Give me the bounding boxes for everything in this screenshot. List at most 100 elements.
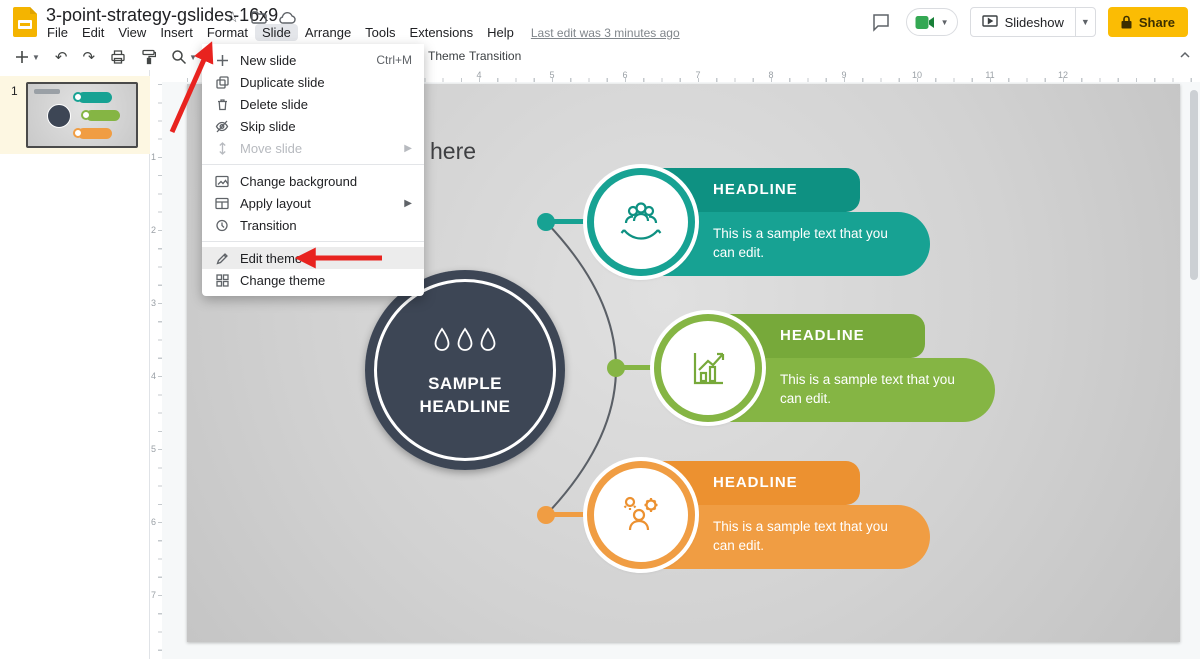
menu-slide[interactable]: Slide [255,24,298,41]
menu-bar: File Edit View Insert Format Slide Arran… [40,23,680,42]
thumb-teal-dot [73,92,83,102]
change-theme-icon [214,273,230,287]
ruler-number: 1 [151,152,157,162]
top-bar: 3-point-strategy-gslides-16x9 ☆ File Edi… [0,0,1200,44]
comments-button[interactable] [868,9,894,35]
ruler-number: 7 [695,70,701,80]
menu-item-delete-slide[interactable]: Delete slide [202,93,424,115]
slideshow-button[interactable]: Slideshow [971,8,1075,36]
green-icon-circle[interactable] [654,314,762,422]
transition-icon [214,219,230,232]
layout-icon [214,197,230,210]
background-icon [214,175,230,188]
ruler-ticks [158,84,162,659]
thumb-center-circle [47,104,71,128]
ruler-number: 6 [622,70,628,80]
people-hand-icon [620,202,662,240]
video-camera-icon [915,15,934,29]
meet-button[interactable]: ▼ [905,8,958,36]
edit-theme-icon [214,252,230,265]
menu-item-skip-slide[interactable]: Skip slide [202,115,424,137]
slideshow-dropdown-button[interactable]: ▼ [1074,8,1095,36]
ruler-number: 4 [476,70,482,80]
transition-button[interactable]: Transition [469,49,521,63]
toolbar: ▼ ↶ ↷ ▼ Theme Transition [0,44,1200,70]
growth-chart-icon [693,352,725,385]
menu-arrange[interactable]: Arrange [298,24,358,41]
slide-number-label: 1 [11,84,18,98]
shortcut-label: Ctrl+M [376,53,412,67]
move-vertical-icon [214,141,230,155]
teal-icon-circle[interactable] [587,168,695,276]
menu-item-duplicate-slide[interactable]: Duplicate slide [202,71,424,93]
google-slides-logo-icon[interactable] [13,7,37,37]
print-button[interactable] [110,49,126,65]
paint-format-button[interactable] [141,49,157,65]
ruler-number: 5 [549,70,555,80]
filmstrip-panel: 1 [0,70,150,659]
slideshow-icon [981,15,998,27]
last-edit-status[interactable]: Last edit was 3 minutes ago [531,26,680,40]
menu-item-change-theme[interactable]: Change theme [202,269,424,291]
hide-menus-button[interactable] [1178,48,1192,62]
thumb-green-pill [86,110,120,121]
filmstrip-row: 1 [0,76,150,154]
center-headline-circle[interactable] [365,270,565,470]
orange-icon-circle[interactable] [587,461,695,569]
thumb-orange-pill [78,128,112,139]
chevron-down-icon: ▼ [940,17,949,27]
menu-item-transition[interactable]: Transition [202,214,424,236]
slideshow-label: Slideshow [1004,14,1064,30]
ruler-number: 12 [1057,70,1068,80]
theme-button[interactable]: Theme [428,49,465,63]
menu-file[interactable]: File [40,24,75,41]
undo-button[interactable]: ↶ [55,48,68,66]
menu-help[interactable]: Help [480,24,521,41]
ruler-number: 3 [151,298,157,308]
menu-item-apply-layout[interactable]: Apply layout ▶ [202,192,424,214]
vertical-ruler[interactable]: 1 2 3 4 5 6 7 [150,82,162,659]
submenu-arrow-icon: ▶ [404,197,412,209]
ruler-number: 8 [768,70,774,80]
center-headline-text: SAMPLE HEADLINE [419,374,511,416]
menu-item-new-slide[interactable]: New slide Ctrl+M [202,49,424,71]
menu-insert[interactable]: Insert [153,24,200,41]
ruler-number: 9 [841,70,847,80]
ruler-number: 6 [151,517,157,527]
menu-format[interactable]: Format [200,24,255,41]
submenu-arrow-icon: ▶ [404,142,412,154]
ruler-number: 5 [151,444,157,454]
vertical-scrollbar[interactable] [1190,90,1198,280]
share-button[interactable]: Share [1107,7,1188,37]
menu-separator [202,164,424,165]
menu-item-change-background[interactable]: Change background [202,170,424,192]
plus-icon [214,54,230,67]
menu-item-move-slide[interactable]: Move slide ▶ [202,137,424,159]
slide-dropdown-menu: New slide Ctrl+M Duplicate slide Delete … [202,44,424,296]
menu-view[interactable]: View [111,24,153,41]
thumb-green-dot [81,110,91,120]
trash-icon [214,98,230,111]
thumb-orange-dot [73,128,83,138]
redo-button[interactable]: ↷ [83,48,96,66]
cloud-status-icon[interactable] [279,11,297,24]
ruler-number: 7 [151,590,157,600]
drops-icon [432,326,498,358]
thumb-title-block [34,89,60,94]
menu-edit[interactable]: Edit [75,24,111,41]
ruler-number: 4 [151,371,157,381]
thumb-teal-pill [78,92,112,103]
lock-icon [1121,15,1132,29]
new-slide-button[interactable]: ▼ [14,49,40,65]
menu-tools[interactable]: Tools [358,24,402,41]
slideshow-split-button: Slideshow ▼ [969,7,1096,37]
zoom-button[interactable]: ▼ [171,49,197,65]
slide-thumbnail[interactable] [26,82,138,148]
google-slides-window: 3-point-strategy-gslides-16x9 ☆ File Edi… [0,0,1200,659]
menu-separator [202,241,424,242]
idea-gears-person-icon [623,496,658,531]
ruler-number: 10 [911,70,922,80]
menu-extensions[interactable]: Extensions [403,24,481,41]
move-folder-icon[interactable] [251,10,268,24]
menu-item-edit-theme[interactable]: Edit theme [202,247,424,269]
